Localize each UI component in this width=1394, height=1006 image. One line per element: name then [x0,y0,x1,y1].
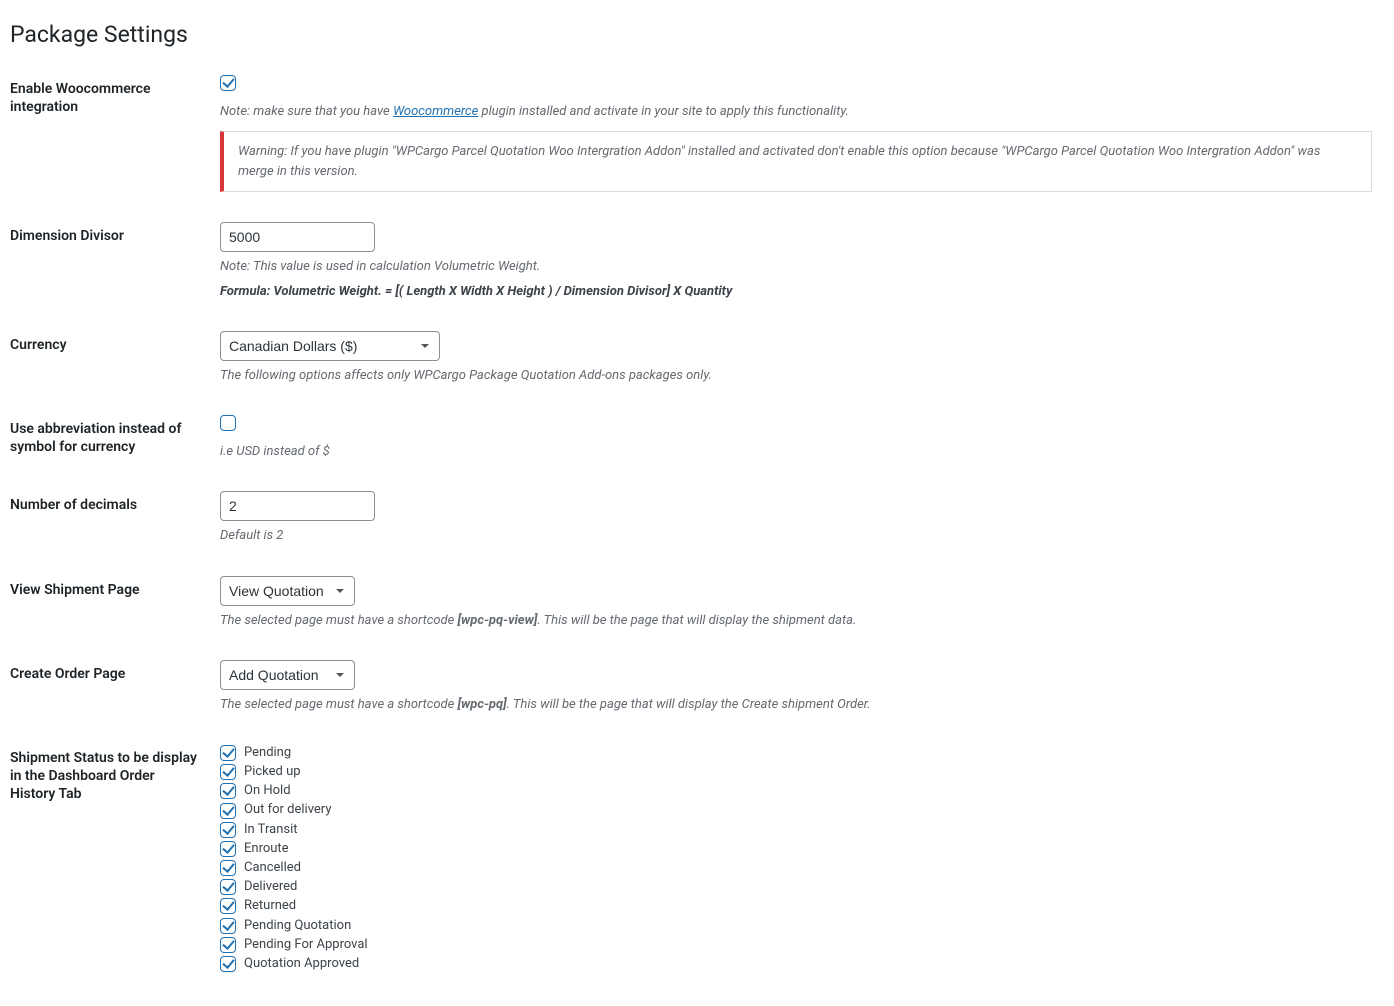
decimals-note: Default is 2 [220,527,1372,545]
status-checkbox[interactable] [220,764,236,780]
status-label: Out for delivery [244,801,331,819]
label-abbreviation: Use abbreviation instead of symbol for c… [10,400,210,476]
page-title: Package Settings [10,12,1382,52]
currency-note: The following options affects only WPCar… [220,367,1372,385]
woocommerce-link[interactable]: Woocommerce [393,104,478,119]
status-label: On Hold [244,782,291,800]
status-item: Cancelled [220,859,1372,877]
abbreviation-checkbox[interactable] [220,415,236,431]
status-label: Returned [244,897,296,915]
view-shipment-note: The selected page must have a shortcode … [220,612,1372,630]
dimension-divisor-input[interactable] [220,222,375,252]
status-checkbox[interactable] [220,783,236,799]
status-item: Enroute [220,840,1372,858]
decimals-input[interactable] [220,491,375,521]
create-order-note: The selected page must have a shortcode … [220,696,1372,714]
shipment-status-list: PendingPicked upOn HoldOut for delivery I… [220,744,1372,973]
abbreviation-note: i.e USD instead of $ [220,443,1372,461]
status-checkbox[interactable] [220,918,236,934]
status-checkbox[interactable] [220,937,236,953]
status-label: Picked up [244,763,301,781]
status-checkbox[interactable] [220,841,236,857]
status-checkbox[interactable] [220,745,236,761]
woocommerce-note: Note: make sure that you have Woocommerc… [220,103,1372,121]
status-item: Returned [220,897,1372,915]
status-item: On Hold [220,782,1372,800]
label-shipment-status: Shipment Status to be display in the Das… [10,729,210,989]
status-checkbox[interactable] [220,822,236,838]
status-label: Enroute [244,840,289,858]
status-checkbox[interactable] [220,956,236,972]
label-woocommerce: Enable Woocommerce integration [10,60,210,207]
status-item: Pending Quotation [220,917,1372,935]
label-view-shipment: View Shipment Page [10,561,210,645]
status-checkbox[interactable] [220,898,236,914]
settings-form: Enable Woocommerce integration Note: mak… [10,60,1382,989]
status-label: Cancelled [244,859,301,877]
status-label: Quotation Approved [244,955,359,973]
status-item: Delivered [220,878,1372,896]
label-currency: Currency [10,316,210,400]
currency-select[interactable]: Canadian Dollars ($) [220,331,440,361]
woocommerce-checkbox[interactable] [220,75,236,91]
status-label: Pending For Approval [244,936,368,954]
status-checkbox[interactable] [220,860,236,876]
status-label: Pending Quotation [244,917,351,935]
status-item: In Transit [220,821,1372,839]
dimension-divisor-formula: Formula: Volumetric Weight. = [( Length … [220,283,1372,301]
status-item: Pending For Approval [220,936,1372,954]
view-shipment-select[interactable]: View Quotation [220,576,355,606]
status-label: In Transit [244,821,298,839]
status-label: Pending [244,744,291,762]
dimension-divisor-note: Note: This value is used in calculation … [220,258,1372,276]
status-item: Pending [220,744,1372,762]
label-dimension-divisor: Dimension Divisor [10,207,210,315]
label-decimals: Number of decimals [10,476,210,560]
status-checkbox[interactable] [220,803,236,819]
status-item: Picked up [220,763,1372,781]
label-create-order: Create Order Page [10,645,210,729]
status-item: Out for delivery [220,801,1372,819]
create-order-select[interactable]: Add Quotation [220,660,355,690]
status-item: Quotation Approved [220,955,1372,973]
woocommerce-warning: Warning: If you have plugin "WPCargo Par… [220,131,1372,192]
status-label: Delivered [244,878,297,896]
status-checkbox[interactable] [220,879,236,895]
